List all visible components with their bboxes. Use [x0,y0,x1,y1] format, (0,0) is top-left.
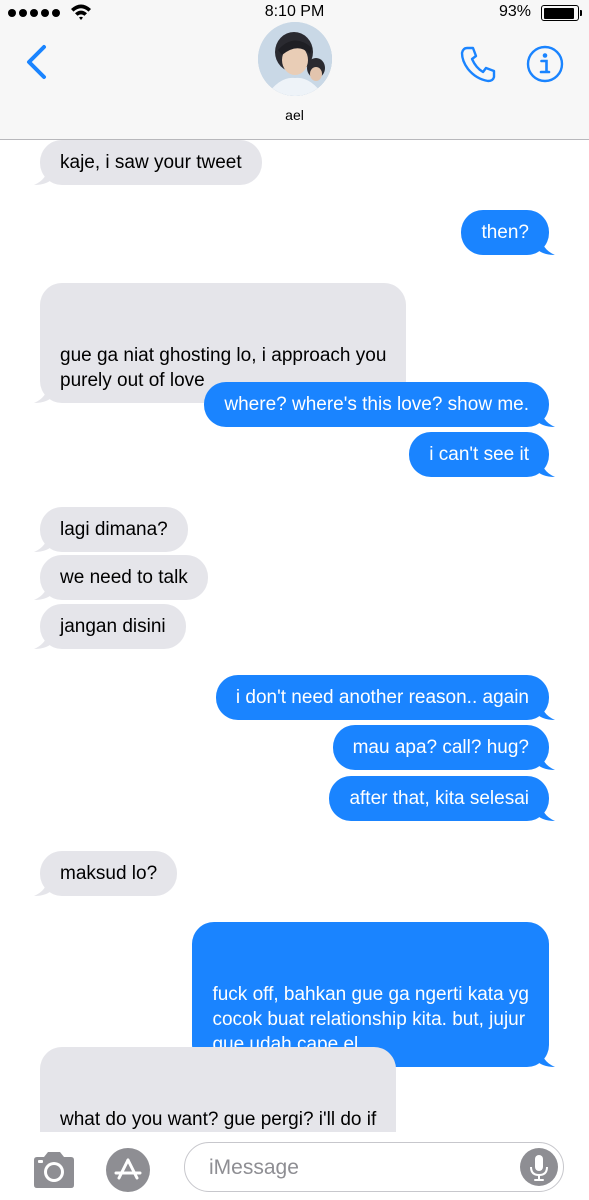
message-text: fuck off, bahkan gue ga ngerti kata yg c… [212,984,529,1055]
message-text: lagi dimana? [60,519,168,540]
message-input-bar: iMessage [0,1132,589,1200]
app-store-icon[interactable] [106,1148,150,1192]
status-bar: 8:10 PM 93% [0,0,589,24]
message-bubble-outgoing[interactable]: where? where's this love? show me. [204,382,555,427]
message-text: after that, kita selesai [349,788,529,809]
message-text: i don't need another reason.. again [235,687,529,708]
message-bubble-incoming[interactable]: we need to talk [34,555,208,600]
message-bubble-outgoing[interactable]: fuck off, bahkan gue ga ngerti kata yg c… [192,922,555,1067]
message-bubble-outgoing[interactable]: mau apa? call? hug? [332,725,555,770]
bubble-tail [535,1047,555,1067]
bubble-tail [34,876,54,896]
message-bubble-incoming[interactable]: jangan disini [34,604,186,649]
imessage-placeholder: iMessage [209,1156,299,1179]
bubble-tail [34,165,54,185]
message-text: we need to talk [60,567,188,588]
conversation-header: 8:10 PM 93% ael [0,0,589,140]
message-text: i can't see it [429,444,529,465]
bubble-tail [535,700,555,720]
bubble-tail [34,383,54,403]
message-bubble-outgoing[interactable]: after that, kita selesai [329,776,555,821]
message-text: maksud lo? [60,863,158,884]
bubble-tail [535,457,555,477]
message-text: where? where's this love? show me. [224,394,529,415]
bubble-tail [535,750,555,770]
message-bubble-incoming[interactable]: maksud lo? [34,851,178,896]
message-bubble-incoming[interactable]: kaje, i saw your tweet [34,140,262,185]
battery-icon [541,5,582,21]
bubble-tail [535,407,555,427]
message-bubble-outgoing[interactable]: i can't see it [409,432,555,477]
bubble-tail [535,235,555,255]
bubble-tail [34,629,54,649]
microphone-glyph [530,1155,548,1181]
phone-icon[interactable] [458,44,498,84]
info-icon[interactable] [525,44,565,84]
bubble-tail [34,580,54,600]
message-bubble-incoming[interactable]: lagi dimana? [34,507,188,552]
bubble-tail [34,532,54,552]
chevron-left-icon[interactable] [22,44,50,80]
message-text: mau apa? call? hug? [352,737,529,758]
battery-percentage: 93% [498,3,531,20]
message-bubble-outgoing[interactable]: then? [461,210,555,255]
message-text: then? [481,222,529,243]
message-text: kaje, i saw your tweet [60,152,242,173]
imessage-input[interactable]: iMessage [184,1142,564,1192]
contact-name[interactable]: ael [0,107,589,123]
message-bubble-outgoing[interactable]: i don't need another reason.. again [215,675,555,720]
camera-icon[interactable] [30,1150,78,1190]
app-store-glyph [114,1158,142,1180]
message-text: jangan disini [60,616,166,637]
contact-avatar[interactable] [258,22,332,96]
avatar-photo [258,22,332,96]
microphone-icon[interactable] [520,1148,558,1186]
bubble-tail [535,801,555,821]
